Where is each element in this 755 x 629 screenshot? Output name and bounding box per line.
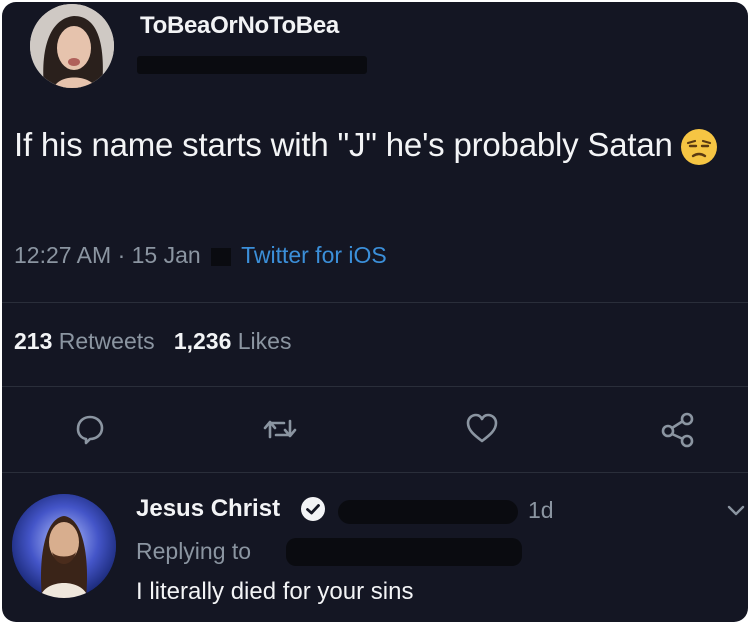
likes-count[interactable]: 1,236 <box>174 328 232 354</box>
tweet-meta: 12:27 AM · 15 Jan Twitter for iOS <box>14 242 387 269</box>
divider <box>2 472 748 473</box>
retweet-button[interactable] <box>258 407 302 451</box>
unamused-face-icon <box>680 129 717 166</box>
share-icon <box>661 412 694 448</box>
tweet-text: If his name starts with "J" he's probabl… <box>14 120 744 170</box>
tweet-text-content: If his name starts with "J" he's probabl… <box>14 126 673 163</box>
retweet-icon <box>263 419 297 439</box>
like-button[interactable] <box>460 407 504 451</box>
redacted-handle <box>338 500 518 524</box>
divider <box>2 386 748 387</box>
tweet-stats: 213 Retweets 1,236 Likes <box>14 328 291 355</box>
tweet-screenshot: ToBeaOrNoToBea If his name starts with "… <box>2 2 748 622</box>
reply-time: 1d <box>528 497 554 523</box>
share-button[interactable] <box>656 407 700 451</box>
tweet-time: 12:27 AM · 15 Jan <box>14 242 201 268</box>
tweet-source-link[interactable]: Twitter for iOS <box>241 242 387 268</box>
username[interactable]: ToBeaOrNoToBea <box>140 12 339 40</box>
divider <box>2 302 748 303</box>
retweets-count[interactable]: 213 <box>14 328 52 354</box>
verified-badge-icon <box>301 497 325 521</box>
chevron-down-icon[interactable] <box>724 498 748 522</box>
redacted-handle <box>137 56 367 74</box>
redacted-meta <box>211 247 232 266</box>
replying-to-label: Replying to <box>136 538 252 564</box>
avatar[interactable] <box>30 4 114 88</box>
reply-icon <box>76 415 104 445</box>
reply-author-name[interactable]: Jesus Christ <box>136 495 280 523</box>
reply-text: I literally died for your sins <box>136 578 414 605</box>
likes-label[interactable]: Likes <box>238 328 292 354</box>
reply-button[interactable] <box>68 407 112 451</box>
redacted-mention <box>286 538 522 566</box>
like-icon <box>466 413 498 443</box>
reply-avatar[interactable] <box>12 494 116 598</box>
retweets-label[interactable]: Retweets <box>59 328 155 354</box>
